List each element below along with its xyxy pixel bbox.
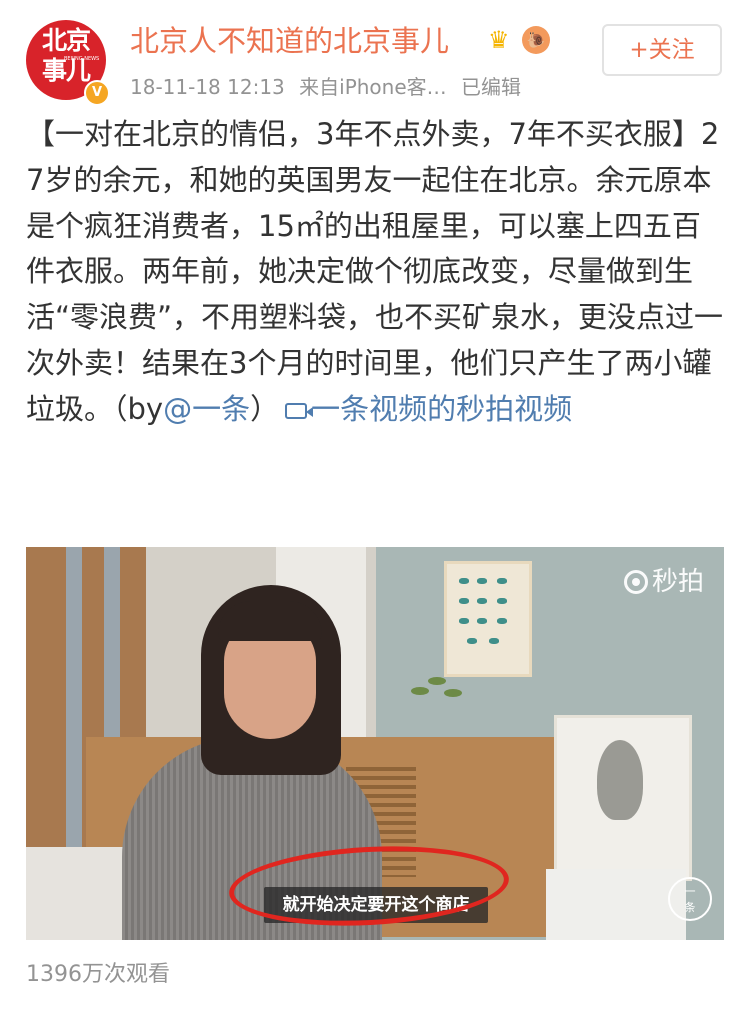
- video-link[interactable]: 一条视频的秒拍视频: [279, 392, 572, 426]
- video-frame-plant: [444, 689, 462, 697]
- view-count: 1396万次观看: [26, 962, 170, 987]
- post-text-mid: ）: [250, 391, 280, 426]
- author-name[interactable]: 北京人不知道的北京事儿: [130, 22, 449, 60]
- video-icon: [285, 402, 314, 419]
- channel-logo-icon: 一 条: [668, 877, 712, 921]
- avatar-logo-subtext: BEIJING NEWS: [64, 56, 100, 62]
- miaopai-logo-icon: [623, 570, 648, 594]
- video-frame-butterfly-picture: [444, 561, 532, 677]
- video-frame-plant: [428, 677, 446, 685]
- video-frame-artwork: [554, 715, 692, 881]
- video-link-label: 一条视频的秒拍视频: [311, 391, 573, 426]
- post-text-main: 【一对在北京的情侣，3年不点外卖，7年不买衣服】27岁的余元，和她的英国男友一起…: [26, 117, 724, 426]
- post-header: 北京 事儿 BEIJING NEWS V 北京人不知道的北京事儿 ♛ 🐌 18-…: [0, 0, 750, 110]
- fan-badge-icon[interactable]: 🐌: [522, 26, 550, 54]
- verified-badge-icon: V: [84, 80, 110, 106]
- post-source[interactable]: 来自iPhone客…: [299, 75, 447, 99]
- crown-icon[interactable]: ♛: [488, 26, 518, 54]
- video-frame-curtain-fold: [66, 547, 82, 867]
- video-frame-person-bangs: [218, 601, 322, 641]
- post-meta: 18-11-18 12:13 来自iPhone客… 已编辑: [130, 72, 529, 102]
- follow-button[interactable]: +关注: [602, 24, 722, 76]
- post-edited-label[interactable]: 已编辑: [461, 75, 521, 99]
- video-frame-table: [546, 869, 686, 940]
- video-player[interactable]: 秒拍 就开始决定要开这个商店 一 条: [26, 547, 724, 940]
- post-body: 【一对在北京的情侣，3年不点外卖，7年不买衣服】27岁的余元，和她的英国男友一起…: [26, 112, 726, 433]
- miaopai-watermark: 秒拍: [623, 567, 704, 597]
- video-frame-plant: [411, 687, 429, 695]
- mention-link[interactable]: @一条: [163, 392, 250, 426]
- watermark-label: 秒拍: [651, 567, 704, 597]
- post-timestamp: 18-11-18 12:13: [130, 75, 285, 99]
